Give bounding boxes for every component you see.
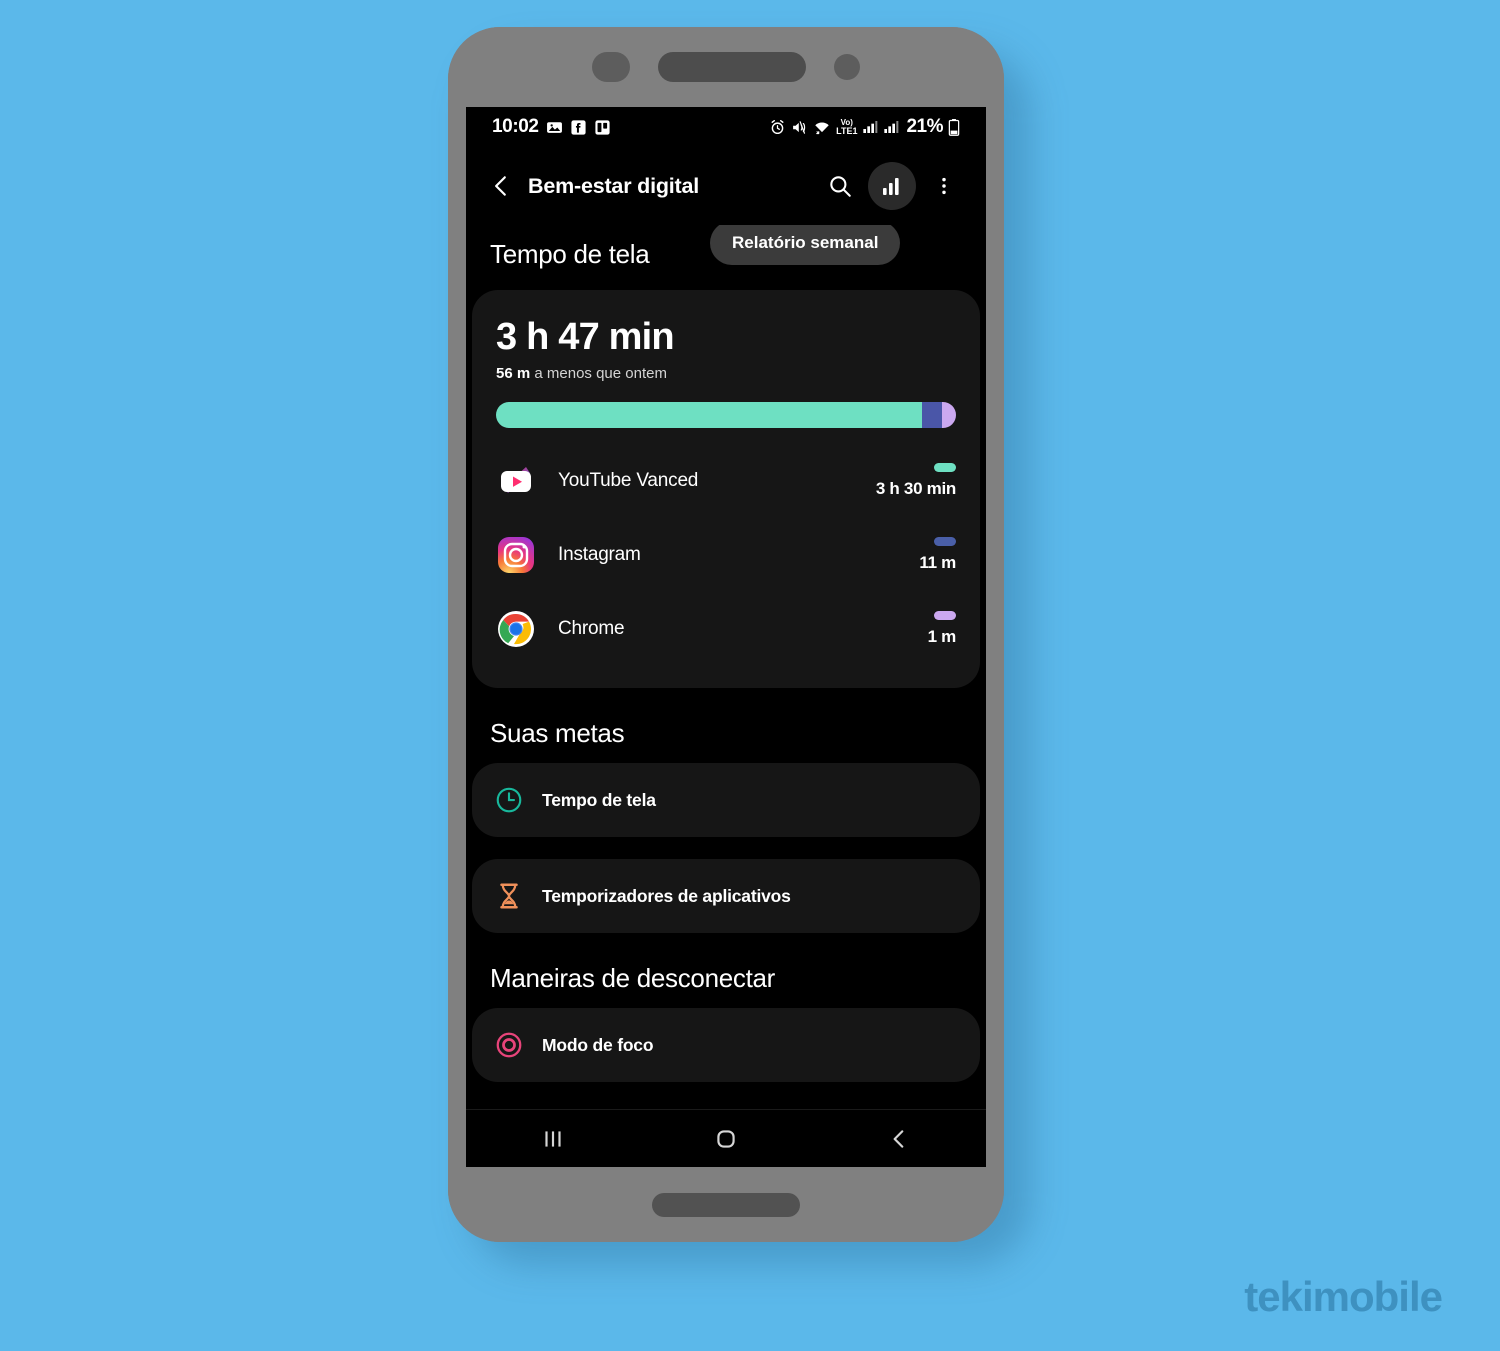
screen-time-header: Tempo de tela Relatório semanal [466, 225, 986, 290]
app-usage-list: YouTube Vanced 3 h 30 min Instagram 11 m Chr… [496, 444, 956, 666]
volte-bottom-label: LTE1 [836, 125, 858, 136]
back-chevron-icon[interactable] [482, 167, 520, 205]
app-usage-row[interactable]: Instagram 11 m [496, 518, 956, 592]
bottom-speaker [652, 1192, 800, 1217]
usage-bar-segment [496, 402, 922, 428]
settings-row-label: Modo de foco [542, 1034, 654, 1055]
status-bar-right: Vo) LTE1 21% [769, 116, 960, 138]
app-name: YouTube Vanced [558, 470, 699, 491]
battery-icon [948, 118, 960, 136]
app-usage-value: 3 h 30 min [876, 463, 956, 499]
app-color-dot [934, 463, 956, 472]
app-color-dot [934, 537, 956, 546]
app-name: Chrome [558, 618, 625, 639]
comparison-label: a menos que ontem [534, 365, 667, 382]
settings-row-label: Tempo de tela [542, 789, 656, 810]
nav-back-icon[interactable] [813, 1110, 986, 1167]
phone-bottom-bezel [448, 1167, 1004, 1242]
phone-screen: 10:02 Vo) LTE1 21% Bem-estar digital Tem… [466, 107, 986, 1167]
usage-bar-segment [921, 402, 943, 428]
facebook-icon [570, 119, 587, 136]
total-screen-time: 3 h 47 min [496, 316, 675, 358]
weekly-report-button[interactable]: Relatório semanal [710, 225, 901, 265]
disconnect-list: Modo de foco [466, 1008, 986, 1082]
signal-2-icon [883, 119, 899, 135]
chrome-icon [496, 609, 536, 649]
recents-icon[interactable] [466, 1110, 639, 1167]
app-usage-value: 1 m [928, 611, 956, 647]
phone-device: 10:02 Vo) LTE1 21% Bem-estar digital Tem… [448, 27, 1004, 1242]
usage-distribution-bar [496, 402, 956, 428]
watermark: tekimobile [1244, 1273, 1443, 1320]
page-title: Bem-estar digital [528, 173, 700, 198]
app-usage-row[interactable]: Chrome 1 m [496, 592, 956, 666]
wifi-icon [813, 119, 831, 136]
clock-icon [494, 785, 524, 815]
settings-row[interactable]: Modo de foco [472, 1008, 980, 1082]
image-icon [546, 119, 563, 136]
signal-1-icon [862, 119, 878, 135]
comparison-text: 56 m a menos que ontem [496, 365, 956, 382]
app-time: 3 h 30 min [875, 479, 956, 498]
status-bar: 10:02 Vo) LTE1 21% [466, 107, 986, 147]
phone-top-bezel [448, 27, 1004, 107]
settings-row[interactable]: Tempo de tela [472, 763, 980, 837]
status-clock: 10:02 [492, 116, 539, 137]
bar-chart-icon[interactable] [868, 162, 916, 210]
trello-icon [594, 119, 611, 136]
action-bar: Bem-estar digital [466, 147, 986, 225]
goals-list: Tempo de tela Temporizadores de aplicativ… [466, 763, 986, 933]
usage-bar-segment [942, 402, 956, 428]
goals-section-title: Suas metas [490, 718, 625, 748]
disconnect-section-title: Maneiras de desconectar [490, 963, 776, 993]
app-usage-row[interactable]: YouTube Vanced 3 h 30 min [496, 444, 956, 518]
app-time: 1 m [927, 627, 957, 646]
battery-percent: 21% [906, 116, 943, 137]
home-icon[interactable] [639, 1110, 812, 1167]
settings-content: Tempo de tela Relatório semanal 3 h 47 m… [466, 225, 986, 1109]
action-bar-actions [816, 162, 968, 210]
hourglass-icon [494, 881, 524, 911]
more-vertical-icon[interactable] [920, 162, 968, 210]
settings-row[interactable]: Temporizadores de aplicativos [472, 859, 980, 933]
earpiece-speaker [658, 52, 806, 82]
proximity-sensor [592, 52, 630, 82]
settings-row-label: Temporizadores de aplicativos [542, 885, 791, 906]
search-icon[interactable] [816, 162, 864, 210]
usage-summary-card: 3 h 47 min 56 m a menos que ontem YouTub… [472, 290, 980, 688]
target-icon [494, 1030, 524, 1060]
mute-icon [791, 119, 808, 136]
app-time: 11 m [919, 553, 956, 572]
youtube-vanced-icon [496, 461, 536, 501]
instagram-icon [496, 535, 536, 575]
screen-time-section-title: Tempo de tela [490, 239, 650, 269]
alarm-icon [769, 119, 786, 136]
front-camera [834, 54, 860, 80]
app-usage-value: 11 m [919, 537, 956, 573]
volte-icon: Vo) LTE1 [836, 119, 858, 136]
app-name: Instagram [558, 544, 641, 565]
app-color-dot [934, 611, 956, 620]
navigation-bar [466, 1109, 986, 1167]
comparison-value: 56 m [496, 365, 531, 382]
status-bar-left: 10:02 [492, 116, 611, 138]
